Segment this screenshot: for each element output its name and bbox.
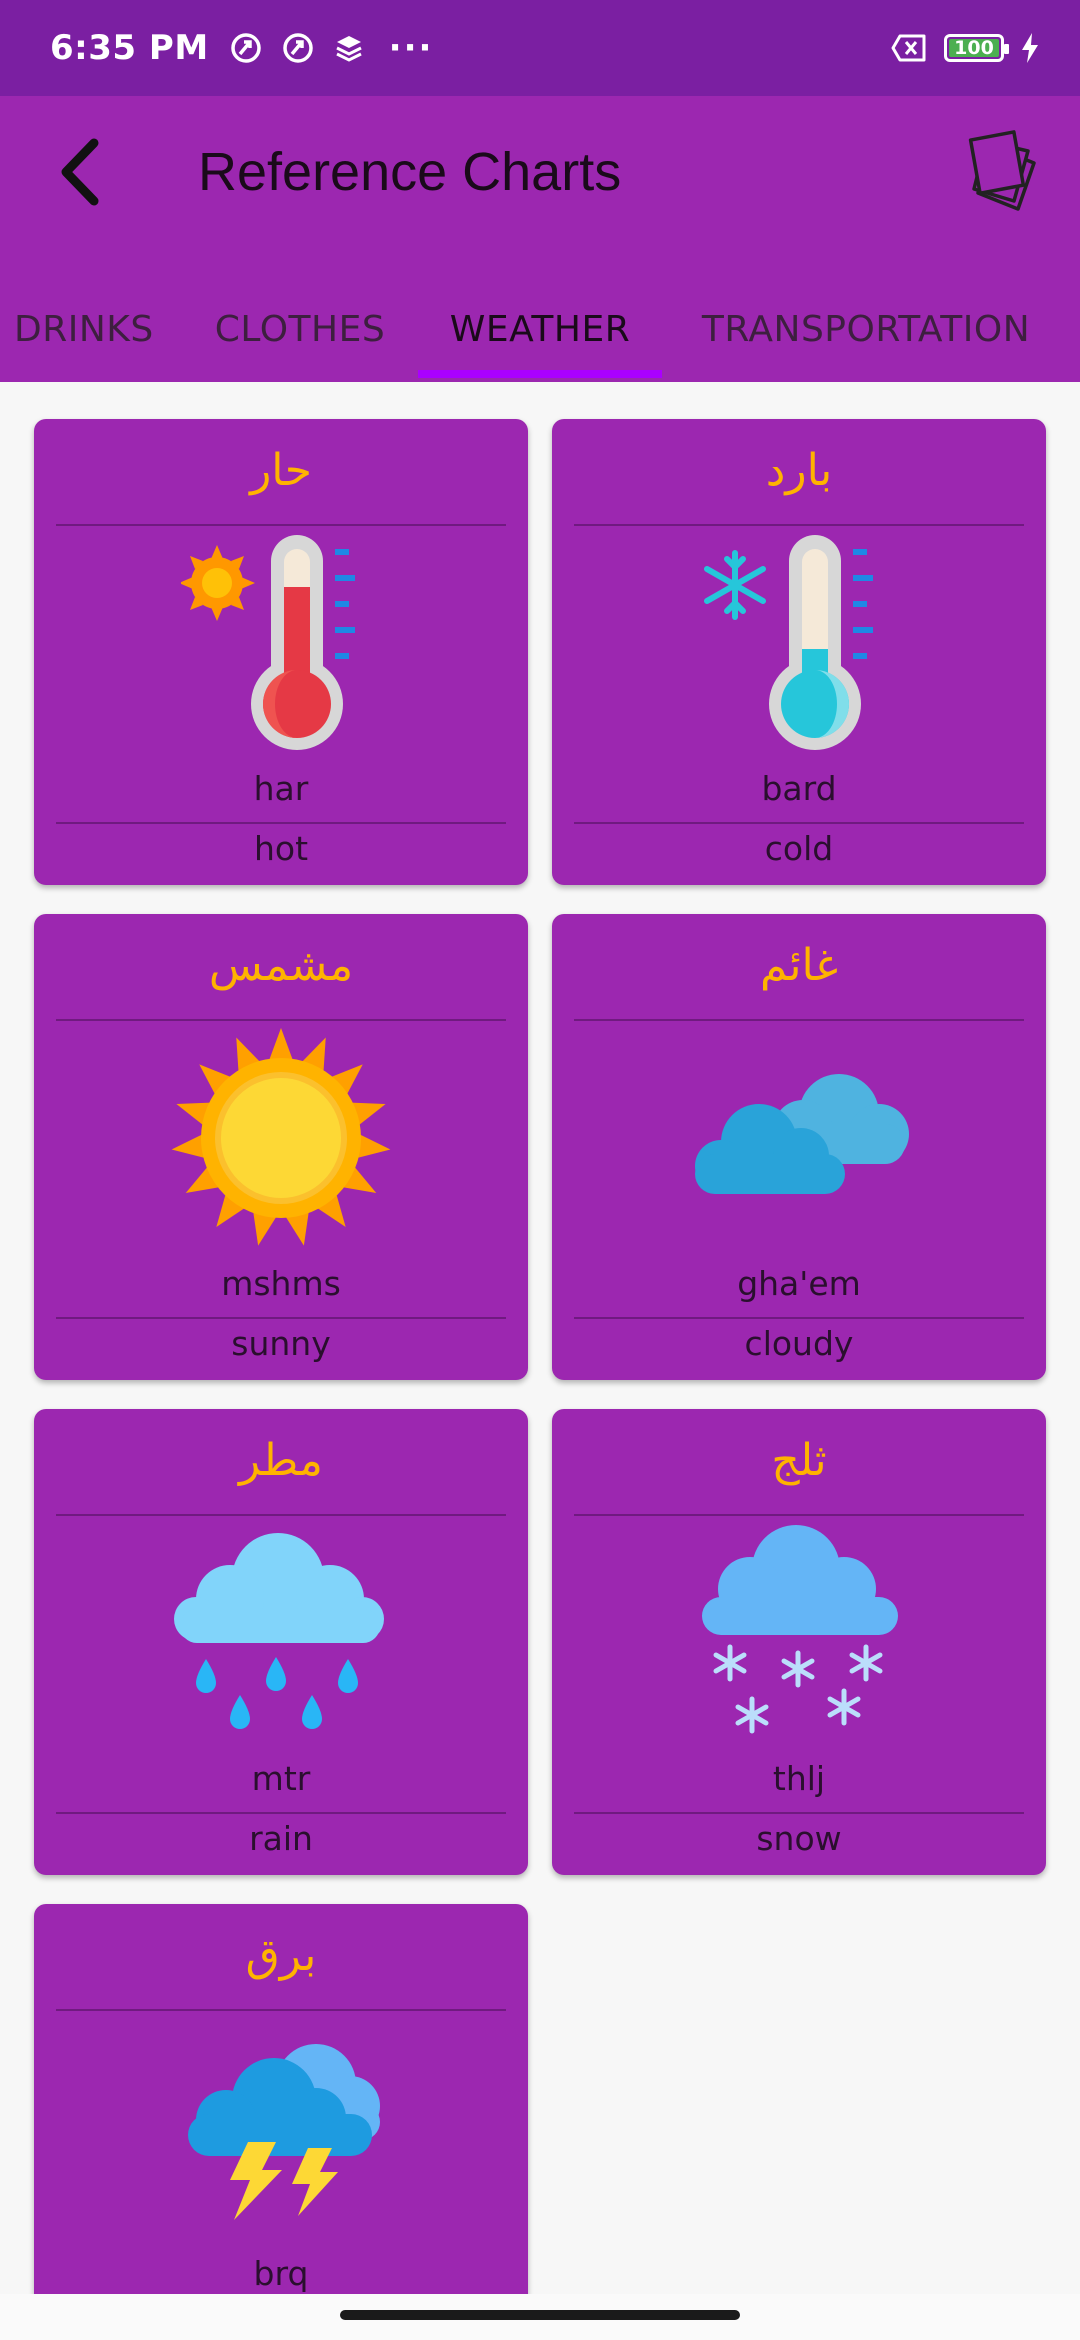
battery-level: 100	[954, 37, 994, 59]
arabic-word: مشمس	[208, 940, 354, 991]
weather-card-hot[interactable]: حار har hot	[34, 419, 528, 885]
english-word: rain	[249, 1819, 313, 1858]
status-system-icons: 100	[890, 32, 1040, 64]
status-time: 6:35 PM	[50, 28, 209, 68]
back-arrow-icon	[61, 138, 99, 206]
weather-card-rain[interactable]: مطر mtr rain	[34, 1409, 528, 1875]
tab-indicator	[418, 370, 662, 378]
notification-icon	[230, 33, 261, 63]
arabic-word: بارد	[765, 445, 833, 496]
transliteration: gha'em	[737, 1264, 861, 1303]
sim-off-icon	[891, 34, 926, 62]
home-indicator[interactable]	[340, 2310, 740, 2320]
app-bar: Reference Charts DRINKS CLOTHES WEATHER …	[0, 96, 1080, 382]
tab-clothes[interactable]: CLOTHES	[200, 276, 400, 382]
flashcards-icon	[968, 130, 1036, 211]
lightning-cloud-icon	[34, 2014, 528, 2242]
english-word: cloudy	[744, 1324, 854, 1363]
transliteration: thlj	[772, 1759, 826, 1798]
charging-icon	[1022, 33, 1038, 63]
english-word: cold	[764, 829, 834, 868]
flashcards-button[interactable]	[960, 126, 1050, 216]
english-word: sunny	[231, 1324, 331, 1363]
snow-cloud-icon	[552, 1519, 1046, 1747]
sun-icon	[34, 1024, 528, 1252]
battery-icon: 100	[944, 34, 1009, 62]
weather-card-sunny[interactable]: مشمس mshms sunny	[34, 914, 528, 1380]
notification-icon	[282, 33, 313, 63]
weather-cards-grid: حار har hot بارد bard cold مشمس mshms su…	[0, 382, 1080, 2294]
page-title: Reference Charts	[198, 142, 622, 202]
clouds-icon	[552, 1024, 1046, 1252]
category-tabs: DRINKS CLOTHES WEATHER TRANSPORTATION	[0, 276, 1080, 382]
transliteration: mtr	[251, 1759, 311, 1798]
weather-card-cold[interactable]: بارد bard cold	[552, 419, 1046, 885]
arabic-word: ثلج	[771, 1435, 827, 1486]
english-word: hot	[253, 829, 309, 868]
transliteration: mshms	[221, 1264, 341, 1303]
arabic-word: حار	[250, 445, 312, 496]
arabic-word: برق	[245, 1930, 317, 1981]
transliteration: bard	[761, 769, 837, 808]
weather-card-snow[interactable]: ثلج thlj snow	[552, 1409, 1046, 1875]
tab-drinks[interactable]: DRINKS	[0, 276, 164, 382]
english-word: snow	[756, 1819, 842, 1858]
back-button[interactable]	[40, 132, 120, 212]
weather-card-cloudy[interactable]: غائم gha'em cloudy	[552, 914, 1046, 1380]
arabic-word: غائم	[760, 940, 838, 991]
hot-thermometer-icon	[34, 529, 528, 757]
status-bar: 6:35 PM ··· 100	[0, 0, 1080, 96]
more-notifications-icon: ···	[388, 28, 434, 68]
layers-icon	[336, 36, 362, 62]
transliteration: har	[253, 769, 309, 808]
tab-weather[interactable]: WEATHER	[418, 276, 662, 382]
tab-transportation[interactable]: TRANSPORTATION	[686, 276, 1046, 382]
status-notification-icons: ···	[229, 28, 434, 68]
transliteration: brq	[253, 2254, 309, 2293]
rain-cloud-icon	[34, 1519, 528, 1747]
weather-card-lightning[interactable]: برق brq	[34, 1904, 528, 2294]
arabic-word: مطر	[239, 1435, 323, 1486]
cold-thermometer-icon	[552, 529, 1046, 757]
